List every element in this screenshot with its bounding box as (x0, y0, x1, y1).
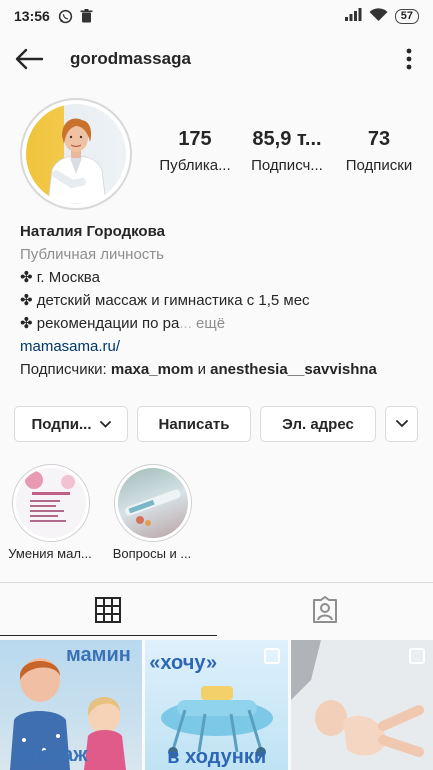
tab-tagged[interactable] (217, 583, 433, 636)
battery-indicator: 57 (394, 8, 419, 24)
tagged-person-icon (312, 595, 337, 623)
tab-posts-grid[interactable] (0, 583, 217, 636)
status-time: 13:56 (14, 8, 50, 24)
status-bar: 13:56 57 (0, 0, 433, 32)
email-button[interactable]: Эл. адрес (260, 406, 376, 442)
profile-actions: Подпи... Написать Эл. адрес (14, 406, 418, 442)
signal-icon (344, 8, 362, 24)
post-thumbnail[interactable] (290, 640, 433, 770)
profile-full-name: Наталия Городкова (20, 223, 165, 240)
followed-by-user-2[interactable]: anesthesia__savvishna (210, 361, 377, 378)
avatar-photo (26, 104, 126, 204)
followed-by-prefix: Подписчики: (20, 361, 111, 378)
stat-following-label: Подписки (345, 157, 413, 174)
followed-by-and: и (193, 361, 211, 378)
profile-username: gorodmassaga (70, 49, 191, 68)
message-button-label: Написать (158, 415, 230, 433)
top-navigation: gorodmassaga (0, 32, 433, 86)
email-button-label: Эл. адрес (282, 415, 354, 433)
post-overlay-text: мамин (66, 644, 131, 666)
posts-grid: мамин массаж «хочу» в ходунки (0, 640, 433, 770)
suggested-dropdown-button[interactable] (385, 406, 418, 442)
post-thumbnail[interactable]: «хочу» в ходунки (145, 640, 288, 770)
profile-website-link[interactable]: mamasama.ru/ (20, 335, 420, 358)
more-vertical-icon (406, 48, 412, 70)
follow-button-label: Подпи... (31, 415, 92, 433)
stat-followers[interactable]: 85,9 т... Подписч... (244, 128, 330, 174)
stat-posts[interactable]: 175 Публика... (152, 128, 238, 174)
whatsapp-icon (58, 9, 72, 24)
message-button[interactable]: Написать (137, 406, 251, 442)
grid-icon (95, 596, 122, 623)
post-overlay-text: массаж (14, 744, 88, 766)
follow-button[interactable]: Подпи... (14, 406, 128, 442)
story-highlight[interactable]: Умения мал... (8, 464, 92, 561)
stat-following[interactable]: 73 Подписки (336, 128, 422, 174)
followed-by-user-1[interactable]: maxa_mom (111, 361, 194, 378)
chevron-down-icon (99, 420, 111, 428)
stat-posts-label: Публика... (159, 157, 231, 174)
bio-more-link[interactable]: ещё (192, 315, 225, 332)
highlight-cover-image (118, 468, 188, 538)
multiple-photos-icon (263, 648, 280, 664)
bio-line-services: ✤ детский массаж и гимнастика с 1,5 мес (20, 292, 310, 309)
post-overlay-text: в ходунки (167, 746, 267, 768)
profile-bio: Наталия Городкова Публичная личность ✤ г… (20, 220, 420, 381)
highlight-cover-image (16, 468, 86, 538)
stat-following-value: 73 (367, 128, 391, 150)
highlight-ring (114, 464, 192, 542)
profile-tabs (0, 582, 433, 636)
bio-ellipsis: ... (179, 315, 192, 332)
stat-followers-value: 85,9 т... (252, 128, 322, 150)
post-thumbnail[interactable]: мамин массаж (0, 640, 143, 770)
followed-by: Подписчики: maxa_mom и anesthesia__savvi… (20, 358, 420, 381)
bio-line-recommendations: ✤ рекомендации по ра... ещё (20, 312, 420, 335)
chevron-down-icon (395, 420, 408, 428)
trash-icon (80, 9, 94, 23)
stat-followers-label: Подписч... (251, 157, 323, 174)
bio-line-location: ✤ г. Москва (20, 269, 100, 286)
profile-stats: 175 Публика... 85,9 т... Подписч... 73 П… (152, 128, 422, 174)
highlight-ring (12, 464, 90, 542)
highlight-label: Вопросы и ... (112, 546, 192, 561)
bio-line-text: ✤ рекомендации по ра (20, 315, 180, 332)
highlight-label: Умения мал... (8, 546, 92, 561)
profile-avatar[interactable] (20, 98, 132, 210)
stat-posts-value: 175 (178, 128, 212, 150)
back-button[interactable] (12, 42, 46, 76)
multiple-photos-icon (408, 648, 425, 664)
wifi-icon (369, 7, 388, 25)
more-options-button[interactable] (397, 42, 421, 76)
post-overlay-text: «хочу» (149, 652, 218, 674)
story-highlight[interactable]: Вопросы и ... (113, 464, 194, 561)
profile-category: Публичная личность (20, 246, 164, 263)
arrow-left-icon (15, 48, 44, 70)
